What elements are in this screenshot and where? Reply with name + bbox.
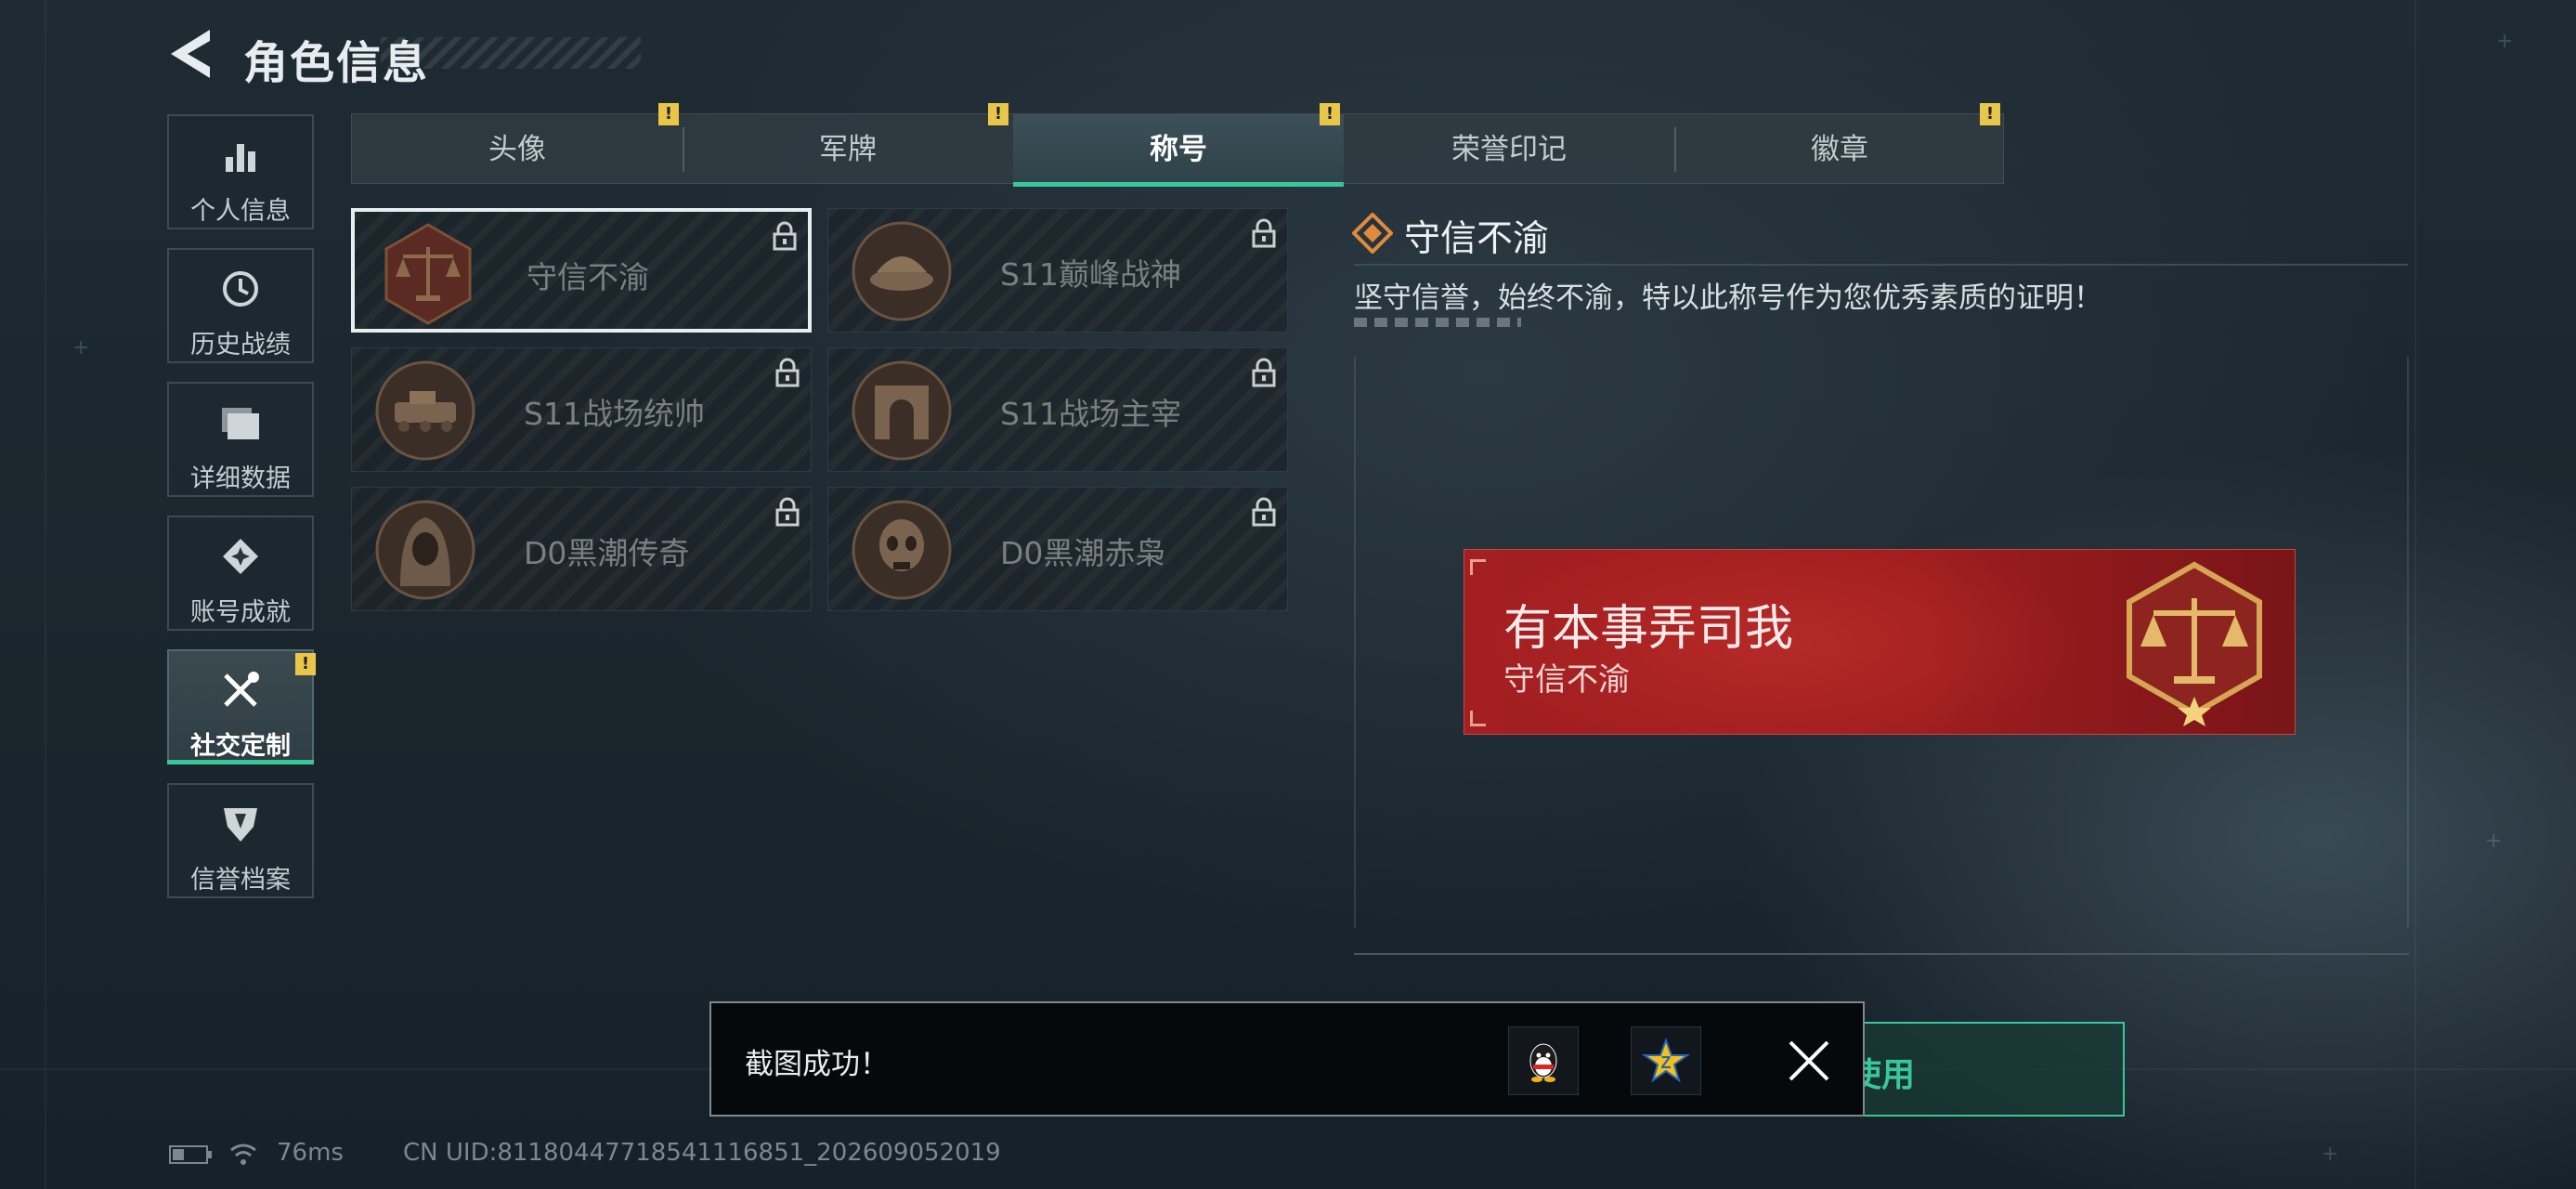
hooded-figure-emblem-icon — [375, 500, 475, 600]
divider — [1354, 264, 2408, 266]
tab-bar: 头像 军牌 称号 荣誉印记 徽章 — [351, 113, 2005, 187]
decor-cross: + — [2322, 1143, 2339, 1166]
arch-emblem-icon — [852, 360, 952, 461]
lock-icon — [775, 358, 800, 387]
title-card[interactable]: 守信不渝 — [351, 208, 812, 333]
tab-title[interactable]: 称号 — [1013, 114, 1344, 187]
alert-badge: ! — [1980, 103, 2000, 125]
title-name: S11巅峰战神 — [1000, 256, 1181, 293]
lock-icon — [1252, 218, 1276, 248]
wifi-icon — [230, 1143, 256, 1165]
title-name: S11战场主宰 — [1000, 396, 1181, 432]
title-card[interactable]: D0黑潮赤枭 — [827, 487, 1288, 611]
detail-description: 坚守信誉，始终不渝，特以此称号作为您优秀素质的证明！ — [1354, 281, 2102, 315]
close-icon[interactable] — [1787, 1039, 1831, 1083]
title-name: S11战场统帅 — [524, 396, 705, 432]
toast-message: 截图成功！ — [745, 1048, 889, 1081]
achievement-star-icon — [169, 536, 312, 577]
nav-item-label: 历史战绩 — [190, 331, 291, 359]
nav-item-label: 社交定制 — [190, 732, 291, 761]
share-qq-button[interactable] — [1508, 1026, 1579, 1095]
back-arrow-icon[interactable] — [165, 28, 212, 80]
title-card[interactable]: D0黑潮传奇 — [351, 487, 812, 611]
title-name: 守信不渝 — [527, 259, 649, 295]
folder-icon — [169, 402, 312, 443]
scales-emblem-icon — [384, 223, 472, 325]
skull-mask-emblem-icon — [852, 500, 952, 600]
lock-icon — [775, 497, 800, 527]
nav-item-label: 信誉档案 — [190, 866, 291, 895]
tab-label: 称号 — [1150, 133, 1207, 166]
qq-penguin-icon — [1529, 1043, 1557, 1082]
battery-icon — [169, 1145, 212, 1164]
tab-label: 军牌 — [819, 133, 877, 166]
svg-text:Z: Z — [1661, 1053, 1672, 1072]
user-uid: CN UID:81180447718541116851_202609052019 — [403, 1139, 1001, 1167]
alert-badge: ! — [295, 653, 316, 675]
preview-title-name: 守信不渝 — [1503, 661, 1630, 699]
tab-label: 徽章 — [1811, 133, 1868, 166]
nav-item-label: 个人信息 — [190, 197, 291, 226]
scales-emblem-icon — [2127, 561, 2262, 726]
decor-small-text — [1354, 318, 1521, 327]
title-name: D0黑潮赤枭 — [1000, 535, 1166, 571]
title-card[interactable]: S11战场统帅 — [351, 347, 812, 472]
share-qzone-button[interactable]: Z — [1631, 1026, 1701, 1095]
ping-readout: 76ms — [277, 1139, 344, 1167]
decor-cross: + — [2496, 30, 2514, 53]
tab-label: 头像 — [488, 133, 546, 166]
lock-icon — [773, 221, 797, 251]
title-card[interactable]: S11巅峰战神 — [827, 208, 1288, 333]
decor-cross: + — [2485, 830, 2503, 853]
alert-badge: ! — [658, 103, 679, 125]
shield-icon — [169, 804, 312, 844]
tab-honor-mark[interactable]: 荣誉印记 — [1344, 114, 1674, 185]
player-name: 有本事弄司我 — [1503, 601, 1794, 657]
decor-grid-line — [2414, 0, 2416, 1189]
tools-icon — [169, 670, 312, 711]
tab-label: 荣誉印记 — [1451, 133, 1567, 166]
nav-item-label: 账号成就 — [190, 598, 291, 627]
decor-cross: + — [72, 336, 90, 359]
nav-item-social-custom[interactable]: 社交定制 ! — [167, 649, 316, 764]
divider — [1354, 953, 2409, 955]
alert-badge: ! — [988, 103, 1008, 125]
bar-chart-icon — [169, 135, 312, 176]
alert-badge: ! — [1320, 103, 1340, 125]
lock-icon — [1252, 358, 1276, 387]
title-card[interactable]: S11战场主宰 — [827, 347, 1288, 472]
banner-corner — [1470, 559, 1486, 575]
title-decor-stripes — [381, 37, 641, 69]
decor-grid-line — [45, 0, 46, 1189]
tab-badge[interactable]: 徽章 — [1674, 114, 2005, 185]
armored-vehicle-emblem-icon — [375, 360, 475, 461]
nav-item-detailed-data[interactable]: 详细数据 — [167, 382, 314, 497]
title-preview-banner: 有本事弄司我 守信不渝 — [1464, 549, 2296, 735]
title-diamond-icon — [1352, 213, 1393, 254]
tab-dog-tag[interactable]: 军牌 — [683, 114, 1013, 185]
nav-item-history[interactable]: 历史战绩 — [167, 248, 314, 363]
title-name: D0黑潮传奇 — [524, 535, 690, 571]
tank-emblem-icon — [852, 221, 952, 321]
nav-item-credit-file[interactable]: 信誉档案 — [167, 783, 314, 898]
lock-icon — [1252, 497, 1276, 527]
nav-item-label: 详细数据 — [190, 464, 291, 493]
nav-item-personal-info[interactable]: 个人信息 — [167, 114, 314, 229]
qzone-star-icon: Z — [1641, 1038, 1691, 1083]
banner-corner — [1470, 711, 1486, 726]
tab-avatar[interactable]: 头像 — [352, 114, 683, 185]
nav-item-achievements[interactable]: 账号成就 — [167, 516, 314, 631]
detail-title: 守信不渝 — [1404, 218, 1550, 260]
clock-icon — [169, 268, 312, 309]
screenshot-toast: 截图成功！ Z — [709, 1001, 1865, 1117]
